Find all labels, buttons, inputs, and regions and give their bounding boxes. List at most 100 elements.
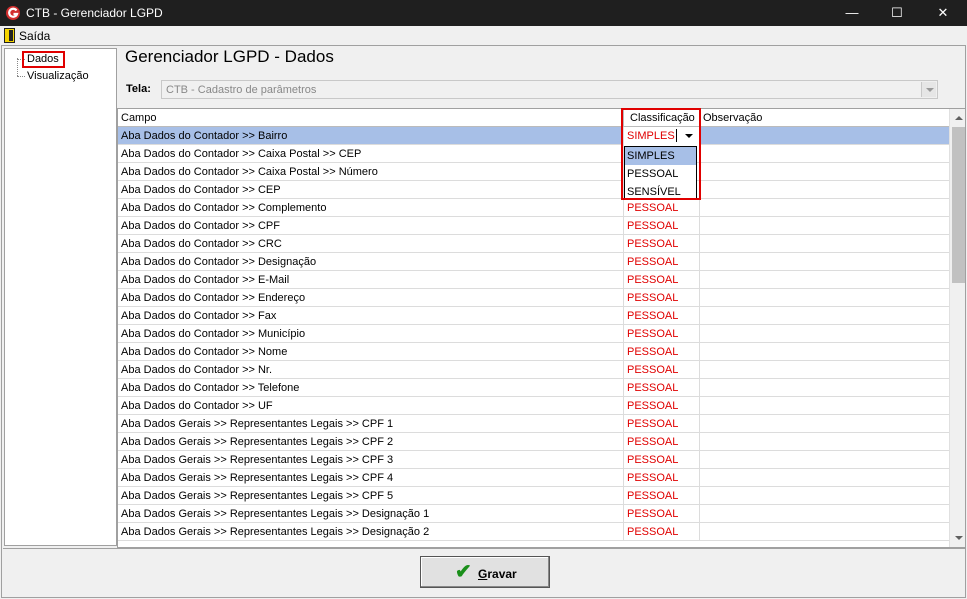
- cell-campo[interactable]: Aba Dados do Contador >> Nome: [118, 343, 624, 361]
- cell-observacao[interactable]: [700, 163, 949, 181]
- cell-classificacao[interactable]: PESSOAL: [624, 487, 700, 505]
- cell-campo[interactable]: Aba Dados do Contador >> Bairro: [118, 127, 624, 145]
- cell-observacao[interactable]: [700, 487, 949, 505]
- table-row[interactable]: Aba Dados do Contador >> CRC PESSOAL: [118, 235, 949, 253]
- cell-observacao[interactable]: [700, 505, 949, 523]
- cell-observacao[interactable]: [700, 253, 949, 271]
- cell-campo[interactable]: Aba Dados Gerais >> Representantes Legai…: [118, 451, 624, 469]
- cell-classificacao[interactable]: PESSOAL: [624, 289, 700, 307]
- table-row[interactable]: Aba Dados Gerais >> Representantes Legai…: [118, 469, 949, 487]
- cell-campo[interactable]: Aba Dados do Contador >> CRC: [118, 235, 624, 253]
- cell-classificacao[interactable]: PESSOAL: [624, 343, 700, 361]
- cell-classificacao[interactable]: PESSOAL: [624, 217, 700, 235]
- cell-campo[interactable]: Aba Dados Gerais >> Representantes Legai…: [118, 433, 624, 451]
- cell-classificacao[interactable]: PESSOAL: [624, 433, 700, 451]
- cell-classificacao[interactable]: PESSOAL: [624, 451, 700, 469]
- table-row[interactable]: Aba Dados do Contador >> Fax PESSOAL: [118, 307, 949, 325]
- cell-observacao[interactable]: [700, 343, 949, 361]
- scroll-down-icon[interactable]: [950, 530, 965, 547]
- cell-campo[interactable]: Aba Dados do Contador >> Complemento: [118, 199, 624, 217]
- chevron-down-icon[interactable]: [921, 82, 936, 97]
- table-row[interactable]: Aba Dados do Contador >> Designação PESSO…: [118, 253, 949, 271]
- cell-observacao[interactable]: [700, 469, 949, 487]
- cell-observacao[interactable]: [700, 415, 949, 433]
- cell-classificacao[interactable]: PESSOAL: [624, 253, 700, 271]
- table-row[interactable]: Aba Dados Gerais >> Representantes Legai…: [118, 433, 949, 451]
- cell-campo[interactable]: Aba Dados do Contador >> Caixa Postal >>…: [118, 145, 624, 163]
- table-row[interactable]: Aba Dados do Contador >> E-Mail PESSOAL: [118, 271, 949, 289]
- cell-campo[interactable]: Aba Dados do Contador >> Nr.: [118, 361, 624, 379]
- cell-classificacao[interactable]: PESSOAL: [624, 325, 700, 343]
- maximize-button[interactable]: ☐: [874, 0, 920, 26]
- cell-observacao[interactable]: [700, 289, 949, 307]
- door-exit-icon[interactable]: [4, 28, 15, 43]
- cell-observacao[interactable]: [700, 307, 949, 325]
- cell-observacao[interactable]: [700, 235, 949, 253]
- cell-classificacao[interactable]: PESSOAL: [624, 469, 700, 487]
- table-row[interactable]: Aba Dados Gerais >> Representantes Legai…: [118, 415, 949, 433]
- cell-observacao[interactable]: [700, 181, 949, 199]
- cell-classificacao[interactable]: PESSOAL: [624, 523, 700, 541]
- table-row[interactable]: Aba Dados do Contador >> Caixa Postal >>…: [118, 145, 949, 163]
- table-row[interactable]: Aba Dados do Contador >> Bairro SIMPLES: [118, 127, 949, 145]
- scroll-thumb[interactable]: [952, 127, 965, 283]
- cell-campo[interactable]: Aba Dados do Contador >> Designação: [118, 253, 624, 271]
- cell-observacao[interactable]: [700, 271, 949, 289]
- table-row[interactable]: Aba Dados do Contador >> Telefone PESSOAL: [118, 379, 949, 397]
- table-row[interactable]: Aba Dados do Contador >> Caixa Postal >>…: [118, 163, 949, 181]
- cell-observacao[interactable]: [700, 145, 949, 163]
- cell-observacao[interactable]: [700, 397, 949, 415]
- cell-campo[interactable]: Aba Dados do Contador >> Caixa Postal >>…: [118, 163, 624, 181]
- cell-observacao[interactable]: [700, 217, 949, 235]
- cell-classificacao[interactable]: PESSOAL: [624, 379, 700, 397]
- tree-item-visualizacao[interactable]: Visualização: [27, 70, 89, 82]
- cell-campo[interactable]: Aba Dados do Contador >> Endereço: [118, 289, 624, 307]
- table-row[interactable]: Aba Dados do Contador >> Complemento PESS…: [118, 199, 949, 217]
- menu-exit[interactable]: Saída: [19, 29, 50, 43]
- cell-campo[interactable]: Aba Dados do Contador >> CPF: [118, 217, 624, 235]
- cell-campo[interactable]: Aba Dados do Contador >> CEP: [118, 181, 624, 199]
- cell-campo[interactable]: Aba Dados do Contador >> E-Mail: [118, 271, 624, 289]
- column-header-observacao[interactable]: Observação: [700, 109, 949, 127]
- cell-campo[interactable]: Aba Dados Gerais >> Representantes Legai…: [118, 505, 624, 523]
- table-row[interactable]: Aba Dados Gerais >> Representantes Legai…: [118, 505, 949, 523]
- table-row[interactable]: Aba Dados do Contador >> CPF PESSOAL: [118, 217, 949, 235]
- cell-observacao[interactable]: [700, 127, 949, 145]
- cell-campo[interactable]: Aba Dados Gerais >> Representantes Legai…: [118, 469, 624, 487]
- cell-observacao[interactable]: [700, 325, 949, 343]
- cell-classificacao[interactable]: PESSOAL: [624, 199, 700, 217]
- cell-classificacao[interactable]: PESSOAL: [624, 271, 700, 289]
- cell-campo[interactable]: Aba Dados Gerais >> Representantes Legai…: [118, 415, 624, 433]
- cell-observacao[interactable]: [700, 451, 949, 469]
- cell-observacao[interactable]: [700, 433, 949, 451]
- table-row[interactable]: Aba Dados Gerais >> Representantes Legai…: [118, 523, 949, 541]
- table-row[interactable]: Aba Dados do Contador >> UF PESSOAL: [118, 397, 949, 415]
- cell-classificacao[interactable]: PESSOAL: [624, 397, 700, 415]
- cell-classificacao[interactable]: PESSOAL: [624, 505, 700, 523]
- table-row[interactable]: Aba Dados do Contador >> CEP: [118, 181, 949, 199]
- cell-campo[interactable]: Aba Dados do Contador >> UF: [118, 397, 624, 415]
- cell-campo[interactable]: Aba Dados do Contador >> Município: [118, 325, 624, 343]
- save-button[interactable]: ✔ Gravar: [420, 556, 550, 588]
- cell-observacao[interactable]: [700, 199, 949, 217]
- table-row[interactable]: Aba Dados Gerais >> Representantes Legai…: [118, 451, 949, 469]
- vertical-scrollbar[interactable]: [949, 109, 965, 547]
- table-row[interactable]: Aba Dados do Contador >> Nome PESSOAL: [118, 343, 949, 361]
- close-button[interactable]: ✕: [920, 0, 966, 26]
- cell-campo[interactable]: Aba Dados do Contador >> Telefone: [118, 379, 624, 397]
- scroll-up-icon[interactable]: [950, 109, 965, 126]
- cell-campo[interactable]: Aba Dados do Contador >> Fax: [118, 307, 624, 325]
- cell-observacao[interactable]: [700, 379, 949, 397]
- cell-classificacao[interactable]: PESSOAL: [624, 307, 700, 325]
- table-row[interactable]: Aba Dados Gerais >> Representantes Legai…: [118, 487, 949, 505]
- table-row[interactable]: Aba Dados do Contador >> Endereço PESSOAL: [118, 289, 949, 307]
- cell-classificacao[interactable]: PESSOAL: [624, 415, 700, 433]
- cell-campo[interactable]: Aba Dados Gerais >> Representantes Legai…: [118, 523, 624, 541]
- cell-observacao[interactable]: [700, 361, 949, 379]
- table-row[interactable]: Aba Dados do Contador >> Nr. PESSOAL: [118, 361, 949, 379]
- tela-select[interactable]: CTB - Cadastro de parâmetros: [161, 80, 938, 99]
- cell-campo[interactable]: Aba Dados Gerais >> Representantes Legai…: [118, 487, 624, 505]
- table-row[interactable]: Aba Dados do Contador >> Município PESSOA…: [118, 325, 949, 343]
- cell-classificacao[interactable]: PESSOAL: [624, 361, 700, 379]
- column-header-campo[interactable]: Campo: [118, 109, 624, 127]
